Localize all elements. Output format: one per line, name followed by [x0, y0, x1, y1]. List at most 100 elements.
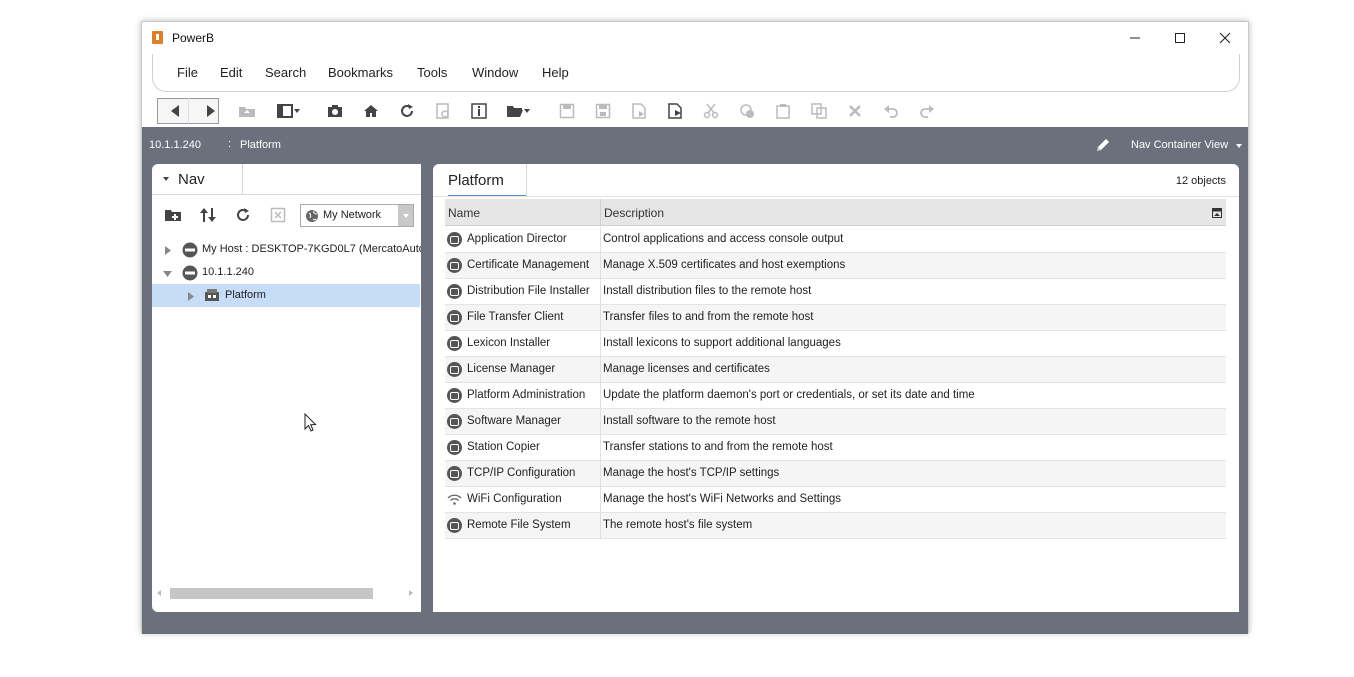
- new-doc-icon: [668, 103, 682, 119]
- minimize-button[interactable]: [1112, 22, 1158, 54]
- save-all-icon: [595, 103, 611, 119]
- table-row[interactable]: TCP/IP Configuration Manage the host's TC…: [445, 461, 1226, 487]
- table-row[interactable]: Station Copier Transfer stations to and f…: [445, 435, 1226, 461]
- tree-node-my-host[interactable]: My Host : DESKTOP-7KGD0L7 (MercatoAuto: [152, 238, 421, 261]
- refresh-button[interactable]: [394, 98, 420, 124]
- column-chooser-button[interactable]: [1208, 199, 1226, 226]
- toolbar: [142, 96, 1248, 126]
- new-folder-button[interactable]: [161, 203, 185, 227]
- column-header-name[interactable]: Name: [448, 206, 480, 220]
- save-all-button[interactable]: [590, 98, 616, 124]
- refresh-icon: [237, 208, 249, 221]
- breadcrumb-host[interactable]: 10.1.1.240: [149, 139, 201, 151]
- view-selector[interactable]: Nav Container View: [1131, 139, 1228, 151]
- redo-icon: [920, 105, 934, 118]
- nav-tree: My Host : DESKTOP-7KGD0L7 (MercatoAuto 1…: [152, 236, 421, 316]
- undo-button[interactable]: [878, 98, 904, 124]
- save-button[interactable]: [554, 98, 580, 124]
- cell-name: TCP/IP Configuration: [467, 467, 576, 479]
- close-button[interactable]: [1202, 22, 1248, 54]
- distribution-icon: [447, 284, 462, 299]
- lexicon-icon: [447, 336, 462, 351]
- delete-button[interactable]: [842, 98, 868, 124]
- home-button[interactable]: [358, 98, 384, 124]
- refresh-icon: [401, 104, 413, 117]
- nav-tab[interactable]: Nav: [152, 164, 243, 195]
- forward-arrow-icon: [207, 105, 215, 117]
- scrollbar-thumb[interactable]: [170, 588, 373, 599]
- column-divider[interactable]: [600, 199, 601, 226]
- info-button[interactable]: [466, 98, 492, 124]
- title-bar: PowerB: [142, 22, 1248, 54]
- table-row[interactable]: Software Manager Install software to the …: [445, 409, 1226, 435]
- tree-node-platform[interactable]: Platform: [152, 284, 420, 307]
- scroll-right-icon[interactable]: [409, 590, 413, 596]
- snapshot-button[interactable]: [322, 98, 348, 124]
- up-level-button[interactable]: [234, 98, 260, 124]
- object-count: 12 objects: [1175, 175, 1226, 187]
- scroll-left-icon[interactable]: [157, 590, 161, 596]
- duplicate-button[interactable]: [806, 98, 832, 124]
- home-icon: [364, 105, 378, 117]
- nav-refresh-button[interactable]: [231, 203, 255, 227]
- cell-name: Certificate Management: [467, 259, 590, 271]
- cell-divider: [600, 409, 601, 435]
- export-button[interactable]: [626, 98, 652, 124]
- menu-edit[interactable]: Edit: [220, 65, 242, 80]
- pencil-icon[interactable]: [1094, 136, 1112, 157]
- table-row[interactable]: Platform Administration Update the platfo…: [445, 383, 1226, 409]
- column-chooser-icon: [1212, 207, 1222, 218]
- sort-button[interactable]: [196, 203, 220, 227]
- workspace: 10.1.1.240 : Platform Nav Container View…: [142, 127, 1248, 634]
- copy-icon: [740, 104, 754, 118]
- expand-arrow-icon[interactable]: [187, 292, 194, 301]
- network-select[interactable]: My Network: [300, 204, 414, 227]
- table-row[interactable]: License Manager Manage licenses and certi…: [445, 357, 1226, 383]
- redo-button[interactable]: [914, 98, 940, 124]
- side-bar-dropdown[interactable]: [290, 98, 304, 124]
- menu-window[interactable]: Window: [472, 65, 518, 80]
- menu-help[interactable]: Help: [542, 65, 569, 80]
- open-dropdown[interactable]: [520, 98, 534, 124]
- spy-button[interactable]: [430, 98, 456, 124]
- table-row[interactable]: Certificate Management Manage X.509 certi…: [445, 253, 1226, 279]
- column-header-description[interactable]: Description: [604, 206, 664, 220]
- table-row[interactable]: WiFi Configuration Manage the host's WiFi…: [445, 487, 1226, 513]
- scissors-icon: [703, 103, 719, 119]
- table-row[interactable]: Application Director Control applications…: [445, 227, 1226, 253]
- table-row[interactable]: Lexicon Installer Install lexicons to sup…: [445, 331, 1226, 357]
- tab-divider: [433, 196, 1239, 197]
- menu-search[interactable]: Search: [265, 65, 306, 80]
- expand-arrow-icon[interactable]: [164, 246, 171, 255]
- copy-button[interactable]: [734, 98, 760, 124]
- cell-divider: [600, 461, 601, 487]
- forward-button[interactable]: [198, 98, 224, 124]
- nav-close-button[interactable]: [266, 203, 290, 227]
- horizontal-scrollbar[interactable]: [152, 586, 421, 602]
- cell-description: Transfer files to and from the remote ho…: [603, 311, 814, 323]
- collapse-arrow-icon[interactable]: [163, 270, 172, 277]
- new-doc-button[interactable]: [662, 98, 688, 124]
- back-button[interactable]: [162, 98, 188, 124]
- maximize-button[interactable]: [1157, 22, 1203, 54]
- cut-button[interactable]: [698, 98, 724, 124]
- nav-collapse-icon[interactable]: [163, 177, 169, 181]
- tab-platform[interactable]: Platform: [433, 164, 527, 196]
- network-select-dropdown[interactable]: [398, 205, 413, 226]
- menu-bookmarks[interactable]: Bookmarks: [328, 65, 393, 80]
- save-icon: [559, 103, 575, 119]
- cell-description: Control applications and access console …: [603, 233, 844, 245]
- table-row[interactable]: File Transfer Client Transfer files to an…: [445, 305, 1226, 331]
- network-select-value: My Network: [323, 209, 382, 221]
- cell-name: Application Director: [467, 233, 567, 245]
- paste-button[interactable]: [770, 98, 796, 124]
- table-row[interactable]: Remote File System The remote host's file…: [445, 513, 1226, 539]
- table-row[interactable]: Distribution File Installer Install distr…: [445, 279, 1226, 305]
- tree-node-host-ip[interactable]: 10.1.1.240: [152, 261, 421, 284]
- menu-file[interactable]: File: [177, 65, 198, 80]
- host-icon: [182, 242, 198, 258]
- menu-tools[interactable]: Tools: [417, 65, 447, 80]
- breadcrumb-page[interactable]: Platform: [240, 139, 281, 151]
- host-icon: [182, 265, 198, 281]
- view-selector-chevron-icon[interactable]: [1236, 144, 1242, 148]
